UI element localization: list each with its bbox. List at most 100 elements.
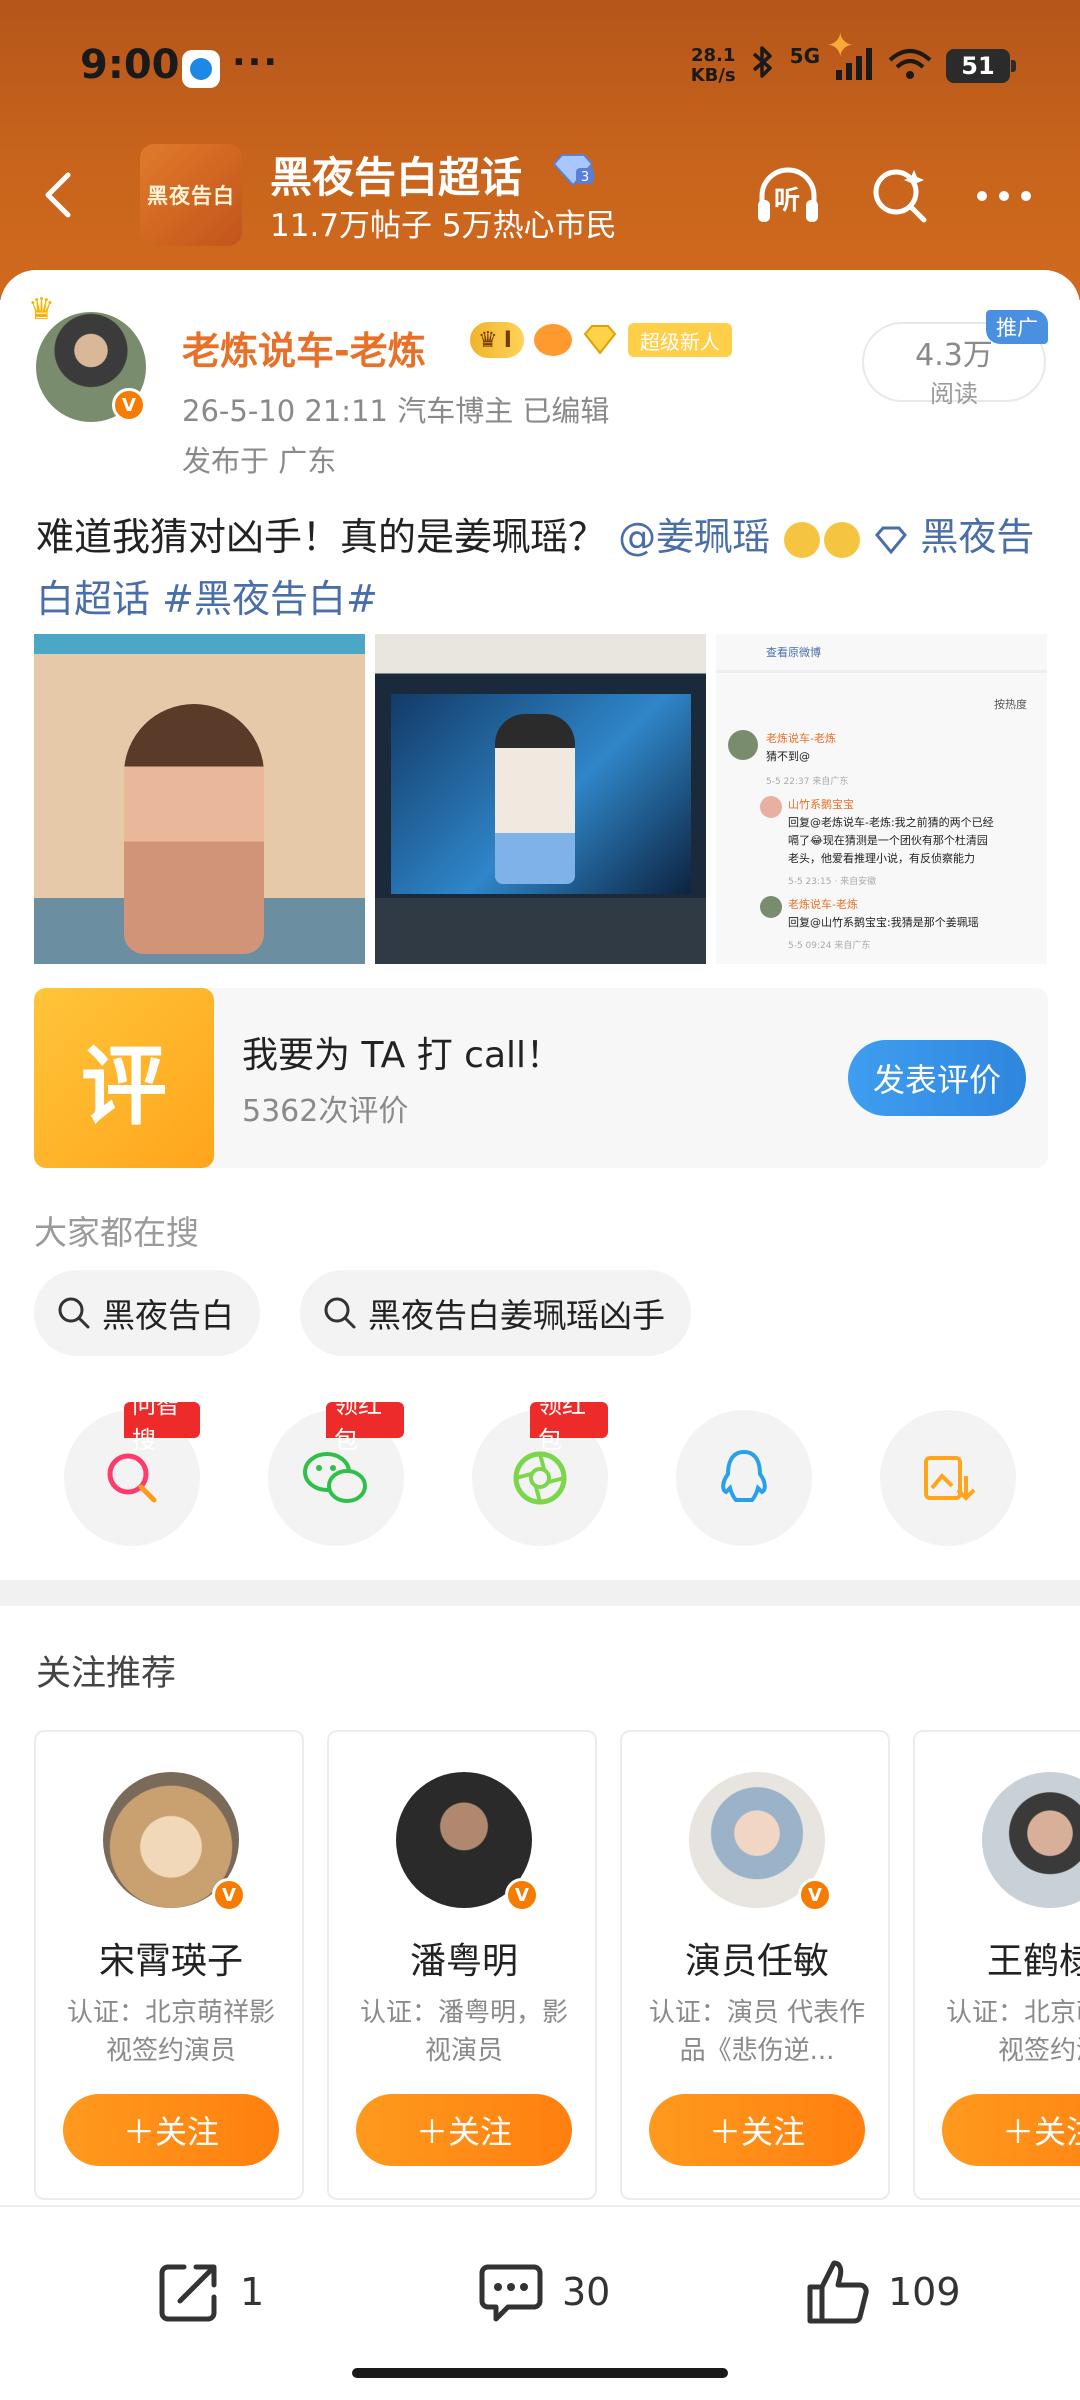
author-badges: ♛ I 超级新人 [470, 322, 732, 358]
rating-title: 我要为 TA 打 call！ [242, 1035, 563, 1076]
comment-count: 30 [562, 2270, 611, 2314]
search-button[interactable] [864, 160, 936, 232]
post-image-2[interactable] [375, 634, 706, 964]
follow-label: 关注 [1034, 2113, 1080, 2151]
search-chip-1[interactable]: 黑夜告白 [34, 1270, 260, 1356]
screenshot-comment-meta: 5-5 09:24 来自广东 [788, 941, 871, 951]
save-image-button[interactable] [880, 1410, 1016, 1546]
share-tag: 领红包 [530, 1391, 608, 1454]
smart-search-icon [107, 1453, 157, 1503]
listen-button[interactable]: 听 [752, 160, 824, 232]
repost-button[interactable]: 1 [152, 2255, 264, 2329]
screenshot-comment-meta: 5-5 23:15 · 来自安徽 [788, 877, 877, 887]
screenshot-comment-text: 回复@山竹系鹅宝宝:我猜是那个姜珮瑶 [788, 916, 979, 929]
post-rating-button[interactable]: 发表评价 [848, 1040, 1026, 1116]
like-button[interactable]: 109 [800, 2255, 961, 2329]
recommend-desc: 认证：北京萌祥影视签约演员 [66, 1998, 275, 2066]
recommend-desc: 认证：北京萌祥影视签约演 [945, 1998, 1080, 2066]
aperture-icon [513, 1451, 567, 1505]
recommend-card[interactable]: V 演员任敏 认证：演员 代表作品《悲伤逆... ＋关注 [620, 1730, 890, 2200]
recommend-title: 关注推荐 [36, 1654, 177, 1694]
network-speed-unit: KB/s [690, 65, 736, 86]
rating-count: 5362次评价 [242, 1094, 409, 1129]
promotion-tag: 推广 [986, 310, 1048, 344]
follow-label: 关注 [741, 2113, 806, 2151]
follow-button[interactable]: ＋关注 [356, 2094, 572, 2166]
recommend-card-clip: 王鹤棣_ 认证：北京萌祥影视签约演 ＋关注 [913, 1730, 1080, 2200]
post-card: V 老炼说车-老炼 ♛ I 超级新人 26-5-10 21:11 汽车博主 已编… [0, 270, 1080, 1580]
topic-stats: 11.7万帖子 5万热心市民 [270, 208, 617, 244]
post-image-1[interactable] [34, 634, 365, 964]
status-bar: 9:00 ··· 28.1 KB/s 5G 51 [0, 0, 1080, 130]
recommend-name: 王鹤棣_ [986, 1941, 1080, 1982]
wechat-share-button[interactable]: 领红包 [268, 1391, 404, 1546]
post-text-body: 难道我猜对凶手！真的是姜珮瑶？ [36, 515, 607, 559]
svg-text:3: 3 [581, 170, 589, 185]
recommend-name: 宋霄瑛子 [98, 1941, 243, 1982]
comment-icon [479, 2264, 543, 2322]
recommend-card[interactable]: 王鹤棣_ 认证：北京萌祥影视签约演 ＋关注 [913, 1730, 1080, 2200]
search-icon [58, 1297, 90, 1329]
qq-penguin-icon [721, 1449, 767, 1502]
author-avatar[interactable]: V [36, 312, 146, 422]
share-tag: 领红包 [326, 1391, 404, 1454]
verified-badge-icon: V [505, 1878, 539, 1912]
search-chip-label: 黑夜告白姜珮瑶凶手 [368, 1296, 665, 1335]
verified-badge-icon: V [212, 1878, 246, 1912]
back-button[interactable] [30, 165, 90, 225]
search-chip-label: 黑夜告白 [102, 1296, 234, 1335]
search-icon [324, 1297, 356, 1329]
follow-button[interactable]: ＋关注 [649, 2094, 865, 2166]
verified-badge-icon: V [798, 1878, 832, 1912]
comment-button[interactable]: 30 [474, 2255, 610, 2329]
share-row: 问智搜 领红包 领红包 [0, 1391, 1080, 1560]
chevron-left-icon [45, 172, 71, 218]
post-text: 难道我猜对凶手！真的是姜珮瑶？ @姜珮瑶 黑夜告白超话 #黑夜告白# [36, 506, 1046, 630]
rating-icon: 评 [34, 988, 214, 1168]
level-badge: ♛ I [470, 322, 524, 358]
network-speed-value: 28.1 [690, 45, 736, 66]
section-divider [0, 1580, 1080, 1606]
share-icon [159, 2264, 217, 2322]
plus-icon: ＋ [1001, 2113, 1034, 2151]
super-new-badge: 超级新人 [627, 323, 732, 357]
search-chip-2[interactable]: 黑夜告白姜珮瑶凶手 [300, 1270, 691, 1356]
status-more: ··· [232, 42, 280, 83]
post-meta: 26-5-10 21:11 汽车博主 已编辑 [182, 394, 610, 428]
recommend-name: 潘粤明 [409, 1941, 518, 1982]
post-image-3[interactable]: 查看原微博 按热度 老炼说车-老炼 猜不到@ 5-5 22:37 来自广东 山竹… [716, 634, 1047, 964]
more-dots-icon [977, 191, 1031, 201]
thumbs-up-icon [807, 2260, 869, 2324]
topic-nav-bar: 黑夜告白 黑夜告白超话 3 11.7万帖子 5万热心市民 听 [0, 140, 1080, 250]
screenshot-header: 查看原微博 [766, 646, 821, 659]
plus-icon: ＋ [708, 2113, 741, 2151]
screenshot-comment-text: 老头，他爱看推理小说，有反侦察能力 [788, 852, 975, 865]
moments-share-button[interactable]: 领红包 [472, 1391, 608, 1546]
topic-logo[interactable]: 黑夜告白 [140, 144, 242, 246]
follow-button[interactable]: ＋关注 [63, 2094, 279, 2166]
mention-link[interactable]: @姜珮瑶 [618, 515, 770, 559]
wechat-icon [303, 1452, 367, 1503]
listen-label: 听 [774, 186, 801, 216]
more-options-button[interactable] [968, 160, 1040, 232]
fish-badge-icon [533, 324, 572, 356]
home-indicator[interactable] [352, 2368, 728, 2378]
read-label: 阅读 [930, 380, 978, 408]
recommend-card[interactable]: V 潘粤明 认证：潘粤明，影视演员 ＋关注 [327, 1730, 597, 2200]
topic-title[interactable]: 黑夜告白超话 [270, 144, 522, 205]
avatar [982, 1772, 1080, 1908]
author-name[interactable]: 老炼说车-老炼 [182, 320, 426, 375]
hashtag-link[interactable]: #黑夜告白# [162, 577, 378, 621]
recommend-card[interactable]: V 宋霄瑛子 认证：北京萌祥影视签约演员 ＋关注 [34, 1730, 304, 2200]
ask-search-button[interactable]: 问智搜 [64, 1391, 200, 1546]
share-tag: 问智搜 [124, 1391, 200, 1454]
diamond-badge-icon: 3 [550, 152, 596, 188]
status-time: 9:00 [80, 42, 180, 88]
screenshot-comment-text: 猜不到@ [766, 750, 810, 763]
app-notification-icon [182, 50, 220, 88]
follow-button[interactable]: ＋关注 [942, 2094, 1080, 2166]
rating-box: 评 我要为 TA 打 call！ 5362次评价 发表评价 [34, 988, 1048, 1168]
qq-share-button[interactable] [676, 1410, 812, 1546]
like-count: 109 [888, 2270, 961, 2314]
post-location: 发布于 广东 [182, 444, 337, 478]
